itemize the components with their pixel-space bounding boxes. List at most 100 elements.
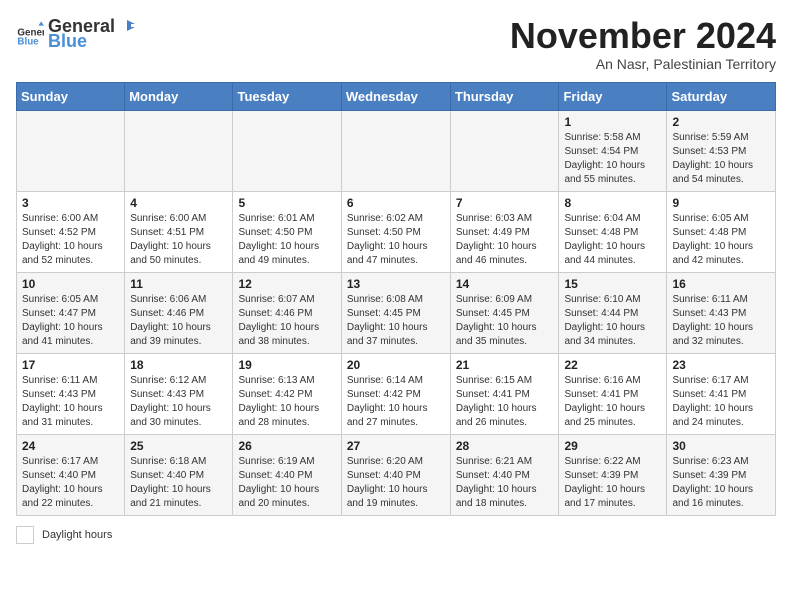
day-info: Sunrise: 6:21 AM Sunset: 4:40 PM Dayligh… <box>456 455 554 511</box>
legend-box <box>16 526 34 544</box>
day-number: 8 <box>564 196 661 210</box>
calendar-cell: 10 Sunrise: 6:05 AM Sunset: 4:47 PM Dayli… <box>17 272 125 353</box>
day-info: Sunrise: 6:03 AM Sunset: 4:49 PM Dayligh… <box>456 212 554 268</box>
location-subtitle: An Nasr, Palestinian Territory <box>510 56 776 72</box>
calendar-cell: 19 Sunrise: 6:13 AM Sunset: 4:42 PM Dayli… <box>233 353 341 434</box>
day-number: 9 <box>672 196 770 210</box>
calendar-cell: 27Sunrise: 6:20 AM Sunset: 4:40 PM Dayli… <box>341 434 450 515</box>
calendar-cell: 5Sunrise: 6:01 AM Sunset: 4:50 PM Daylig… <box>233 191 341 272</box>
month-title: November 2024 <box>510 16 776 56</box>
calendar-cell: 6 Sunrise: 6:02 AM Sunset: 4:50 PM Daylig… <box>341 191 450 272</box>
calendar-cell: 9 Sunrise: 6:05 AM Sunset: 4:48 PM Daylig… <box>667 191 776 272</box>
day-info: Sunrise: 6:10 AM Sunset: 4:44 PM Dayligh… <box>564 293 661 349</box>
legend-label: Daylight hours <box>42 529 112 541</box>
calendar-table: SundayMondayTuesdayWednesdayThursdayFrid… <box>16 82 776 516</box>
calendar-cell: 3Sunrise: 6:00 AM Sunset: 4:52 PM Daylig… <box>17 191 125 272</box>
day-info: Sunrise: 6:19 AM Sunset: 4:40 PM Dayligh… <box>238 455 335 511</box>
header-monday: Monday <box>125 82 233 110</box>
calendar-cell: 30 Sunrise: 6:23 AM Sunset: 4:39 PM Dayli… <box>667 434 776 515</box>
calendar-cell <box>341 110 450 191</box>
day-number: 22 <box>564 358 661 372</box>
day-number: 13 <box>347 277 445 291</box>
day-info: Sunrise: 6:05 AM Sunset: 4:47 PM Dayligh… <box>22 293 119 349</box>
day-number: 7 <box>456 196 554 210</box>
calendar-cell: 4 Sunrise: 6:00 AM Sunset: 4:51 PM Daylig… <box>125 191 233 272</box>
calendar-cell: 26 Sunrise: 6:19 AM Sunset: 4:40 PM Dayli… <box>233 434 341 515</box>
calendar-cell: 18Sunrise: 6:12 AM Sunset: 4:43 PM Dayli… <box>125 353 233 434</box>
calendar-cell: 15 Sunrise: 6:10 AM Sunset: 4:44 PM Dayli… <box>559 272 667 353</box>
header-tuesday: Tuesday <box>233 82 341 110</box>
day-number: 24 <box>22 439 119 453</box>
calendar-cell: 25 Sunrise: 6:18 AM Sunset: 4:40 PM Dayli… <box>125 434 233 515</box>
calendar-cell: 13 Sunrise: 6:08 AM Sunset: 4:45 PM Dayli… <box>341 272 450 353</box>
day-info: Sunrise: 6:22 AM Sunset: 4:39 PM Dayligh… <box>564 455 661 511</box>
day-number: 20 <box>347 358 445 372</box>
day-info: Sunrise: 6:02 AM Sunset: 4:50 PM Dayligh… <box>347 212 445 268</box>
day-info: Sunrise: 6:23 AM Sunset: 4:39 PM Dayligh… <box>672 455 770 511</box>
day-info: Sunrise: 6:13 AM Sunset: 4:42 PM Dayligh… <box>238 374 335 430</box>
day-info: Sunrise: 6:00 AM Sunset: 4:51 PM Dayligh… <box>130 212 227 268</box>
day-info: Sunrise: 6:09 AM Sunset: 4:45 PM Dayligh… <box>456 293 554 349</box>
day-info: Sunrise: 6:16 AM Sunset: 4:41 PM Dayligh… <box>564 374 661 430</box>
day-number: 19 <box>238 358 335 372</box>
day-number: 29 <box>564 439 661 453</box>
week-row-2: 3Sunrise: 6:00 AM Sunset: 4:52 PM Daylig… <box>17 191 776 272</box>
day-info: Sunrise: 6:11 AM Sunset: 4:43 PM Dayligh… <box>22 374 119 430</box>
legend: Daylight hours <box>16 526 776 544</box>
day-number: 15 <box>564 277 661 291</box>
day-info: Sunrise: 6:05 AM Sunset: 4:48 PM Dayligh… <box>672 212 770 268</box>
day-info: Sunrise: 6:20 AM Sunset: 4:40 PM Dayligh… <box>347 455 445 511</box>
logo-icon: General Blue <box>16 20 44 48</box>
day-number: 30 <box>672 439 770 453</box>
day-info: Sunrise: 6:17 AM Sunset: 4:40 PM Dayligh… <box>22 455 119 511</box>
header-friday: Friday <box>559 82 667 110</box>
calendar-cell: 8 Sunrise: 6:04 AM Sunset: 4:48 PM Daylig… <box>559 191 667 272</box>
week-row-4: 17Sunrise: 6:11 AM Sunset: 4:43 PM Dayli… <box>17 353 776 434</box>
svg-text:Blue: Blue <box>17 37 39 48</box>
day-number: 11 <box>130 277 227 291</box>
day-info: Sunrise: 6:08 AM Sunset: 4:45 PM Dayligh… <box>347 293 445 349</box>
day-number: 12 <box>238 277 335 291</box>
day-number: 23 <box>672 358 770 372</box>
day-info: Sunrise: 5:59 AM Sunset: 4:53 PM Dayligh… <box>672 131 770 187</box>
page-header: General Blue General Blue November 2024 … <box>16 16 776 72</box>
week-row-5: 24 Sunrise: 6:17 AM Sunset: 4:40 PM Dayli… <box>17 434 776 515</box>
calendar-cell: 21 Sunrise: 6:15 AM Sunset: 4:41 PM Dayli… <box>450 353 559 434</box>
day-number: 14 <box>456 277 554 291</box>
calendar-cell: 29 Sunrise: 6:22 AM Sunset: 4:39 PM Dayli… <box>559 434 667 515</box>
day-number: 1 <box>564 115 661 129</box>
day-number: 26 <box>238 439 335 453</box>
day-info: Sunrise: 6:07 AM Sunset: 4:46 PM Dayligh… <box>238 293 335 349</box>
calendar-cell <box>17 110 125 191</box>
calendar-cell <box>125 110 233 191</box>
day-number: 25 <box>130 439 227 453</box>
calendar-cell: 28 Sunrise: 6:21 AM Sunset: 4:40 PM Dayli… <box>450 434 559 515</box>
header-sunday: Sunday <box>17 82 125 110</box>
calendar-cell: 1Sunrise: 5:58 AM Sunset: 4:54 PM Daylig… <box>559 110 667 191</box>
week-row-1: 1Sunrise: 5:58 AM Sunset: 4:54 PM Daylig… <box>17 110 776 191</box>
logo-bird-icon <box>117 17 137 37</box>
day-info: Sunrise: 6:01 AM Sunset: 4:50 PM Dayligh… <box>238 212 335 268</box>
calendar-cell: 14 Sunrise: 6:09 AM Sunset: 4:45 PM Dayli… <box>450 272 559 353</box>
day-number: 21 <box>456 358 554 372</box>
day-info: Sunrise: 6:11 AM Sunset: 4:43 PM Dayligh… <box>672 293 770 349</box>
calendar-cell: 16Sunrise: 6:11 AM Sunset: 4:43 PM Dayli… <box>667 272 776 353</box>
header-saturday: Saturday <box>667 82 776 110</box>
day-number: 4 <box>130 196 227 210</box>
title-area: November 2024 An Nasr, Palestinian Terri… <box>510 16 776 72</box>
day-info: Sunrise: 6:04 AM Sunset: 4:48 PM Dayligh… <box>564 212 661 268</box>
calendar-cell: 11 Sunrise: 6:06 AM Sunset: 4:46 PM Dayli… <box>125 272 233 353</box>
day-number: 6 <box>347 196 445 210</box>
day-info: Sunrise: 6:15 AM Sunset: 4:41 PM Dayligh… <box>456 374 554 430</box>
calendar-cell: 2Sunrise: 5:59 AM Sunset: 4:53 PM Daylig… <box>667 110 776 191</box>
day-info: Sunrise: 6:06 AM Sunset: 4:46 PM Dayligh… <box>130 293 227 349</box>
day-number: 10 <box>22 277 119 291</box>
calendar-cell: 12 Sunrise: 6:07 AM Sunset: 4:46 PM Dayli… <box>233 272 341 353</box>
day-info: Sunrise: 6:18 AM Sunset: 4:40 PM Dayligh… <box>130 455 227 511</box>
calendar-cell: 24 Sunrise: 6:17 AM Sunset: 4:40 PM Dayli… <box>17 434 125 515</box>
day-number: 18 <box>130 358 227 372</box>
logo: General Blue General Blue <box>16 16 137 52</box>
calendar-cell: 23Sunrise: 6:17 AM Sunset: 4:41 PM Dayli… <box>667 353 776 434</box>
day-number: 28 <box>456 439 554 453</box>
calendar-cell: 7 Sunrise: 6:03 AM Sunset: 4:49 PM Daylig… <box>450 191 559 272</box>
